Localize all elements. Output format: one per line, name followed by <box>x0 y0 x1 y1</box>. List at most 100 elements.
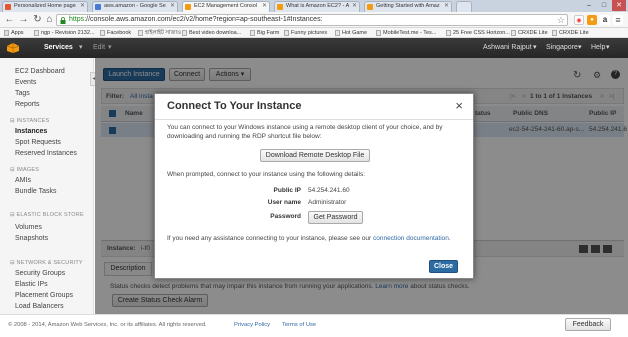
minimize-icon[interactable]: – <box>582 0 596 11</box>
sidebar-item-events[interactable]: Events <box>15 79 36 86</box>
copyright-text: © 2008 - 2014, Amazon Web Services, Inc.… <box>8 322 207 328</box>
privacy-policy-link[interactable]: Privacy Policy <box>234 315 270 335</box>
close-button[interactable]: Close <box>429 260 458 273</box>
browser-tab-label: Personalized Home page <box>14 3 76 9</box>
sidebar-item-volumes[interactable]: Volumes <box>15 224 42 231</box>
address-bar[interactable]: https://console.aws.amazon.com/ec2/v2/ho… <box>56 14 568 26</box>
close-tab-icon[interactable]: ✕ <box>170 2 175 11</box>
dialog-prompt-text: When prompted, connect to your instance … <box>167 171 366 178</box>
extension-icon[interactable]: ◉ <box>574 15 584 25</box>
bookmark-item[interactable]: Apps <box>4 28 24 38</box>
sidebar-item-placement-groups[interactable]: Placement Groups <box>15 292 73 299</box>
close-icon[interactable]: × <box>455 98 463 113</box>
url-text: https://console.aws.amazon.com/ec2/v2/ho… <box>69 16 323 23</box>
bookmarks-bar: Apps ngp - Revision 2132... Facebook হাই… <box>0 28 628 38</box>
sidebar-item-reserved-instances[interactable]: Reserved Instances <box>15 150 77 157</box>
sidebar-section-heading[interactable]: ⊟ INSTANCES <box>10 118 49 124</box>
bookmark-item[interactable]: 25 Free CSS Horizon... <box>446 28 510 38</box>
sidebar-section-heading[interactable]: ⊟ NETWORK & SECURITY <box>10 260 83 266</box>
left-sidebar: EC2 Dashboard Events Tags Reports ⊟ INST… <box>0 58 94 314</box>
close-tab-icon[interactable]: ✕ <box>80 2 85 11</box>
bookmark-item[interactable]: CRXDE Lite <box>552 28 589 38</box>
page-footer: © 2008 - 2014, Amazon Web Services, Inc.… <box>0 314 628 337</box>
extension-icon[interactable]: ● <box>587 15 597 25</box>
browser-tab-active[interactable]: EC2 Management Consol ✕ <box>182 1 270 12</box>
browser-tab-label: aws.amazon - Google Se <box>104 3 166 9</box>
sidebar-item-load-balancers[interactable]: Load Balancers <box>15 303 64 310</box>
lock-icon <box>60 17 66 24</box>
edit-menu[interactable]: Edit <box>93 38 105 58</box>
services-menu[interactable]: Services <box>44 38 73 58</box>
sidebar-item-spot-requests[interactable]: Spot Requests <box>15 139 61 146</box>
sidebar-section-heading[interactable]: ⊟ ELASTIC BLOCK STORE <box>10 212 84 218</box>
feedback-button[interactable]: Feedback <box>565 318 611 331</box>
sidebar-item-tags[interactable]: Tags <box>15 90 30 97</box>
chevron-down-icon: ▾ <box>578 44 582 51</box>
browser-tab[interactable]: aws.amazon - Google Se ✕ <box>92 1 178 12</box>
get-password-button[interactable]: Get Password <box>308 211 363 224</box>
close-tab-icon[interactable]: ✕ <box>262 2 267 11</box>
browser-toolbar: ← → ↻ ⌂ https://console.aws.amazon.com/e… <box>0 12 628 28</box>
connection-documentation-link[interactable]: connection documentation <box>373 235 449 242</box>
region-menu[interactable]: Singapore <box>546 38 578 58</box>
back-arrow-icon[interactable]: ← <box>3 13 16 26</box>
terms-of-use-link[interactable]: Terms of Use <box>282 315 316 335</box>
dialog-intro-text: You can connect to your Windows instance… <box>167 124 443 140</box>
extension-icon[interactable]: a <box>600 15 610 25</box>
sidebar-item-security-groups[interactable]: Security Groups <box>15 270 65 277</box>
sidebar-item-snapshots[interactable]: Snapshots <box>15 235 48 242</box>
connect-dialog: Connect To Your Instance × You can conne… <box>154 93 474 279</box>
divider <box>155 119 473 120</box>
menu-icon[interactable]: ≡ <box>613 15 623 25</box>
bookmark-item[interactable]: CRXDE Lite <box>511 28 548 38</box>
favicon-icon <box>95 4 101 10</box>
browser-tab-label: EC2 Management Consol <box>194 3 257 9</box>
dialog-title: Connect To Your Instance <box>167 100 302 112</box>
bookmark-item[interactable]: Facebook <box>100 28 131 38</box>
chevron-down-icon: ▾ <box>606 44 610 51</box>
bookmark-item[interactable]: হাইলাইট সাজাও <box>138 28 181 38</box>
bookmark-item[interactable]: Best video downloa... <box>182 28 241 38</box>
maximize-icon[interactable]: □ <box>597 0 611 11</box>
favicon-icon <box>5 4 11 10</box>
browser-tab[interactable]: Personalized Home page ✕ <box>2 1 88 12</box>
browser-tab-label: What is Amazon EC2? - A <box>286 3 350 9</box>
chevron-down-icon: ▾ <box>108 44 112 51</box>
close-tab-icon[interactable]: ✕ <box>352 2 357 11</box>
new-tab-button[interactable] <box>456 1 472 12</box>
favicon-icon <box>185 4 191 10</box>
sidebar-section-heading[interactable]: ⊟ IMAGES <box>10 167 39 173</box>
bookmark-star-icon[interactable]: ☆ <box>557 15 565 25</box>
browser-tab-label: Getting Started with Amaz <box>376 3 440 9</box>
password-label: Password <box>270 213 301 220</box>
home-icon[interactable]: ⌂ <box>43 13 56 26</box>
bookmark-item[interactable]: Hot Game <box>335 28 367 38</box>
favicon-icon <box>367 4 373 10</box>
user-menu[interactable]: Ashwani Rajput <box>483 38 532 58</box>
aws-cube-icon[interactable] <box>6 42 20 54</box>
browser-tab[interactable]: What is Amazon EC2? - A ✕ <box>274 1 360 12</box>
sidebar-item-instances[interactable]: Instances <box>15 128 47 135</box>
help-menu[interactable]: Help <box>591 38 605 58</box>
sidebar-item-reports[interactable]: Reports <box>15 101 40 108</box>
bookmark-item[interactable]: Funny pictures <box>284 28 327 38</box>
aws-top-nav: Services ▾ Edit ▾ Ashwani Rajput ▾ Singa… <box>0 38 628 58</box>
public-ip-label: Public IP <box>273 187 301 194</box>
sidebar-item-bundle-tasks[interactable]: Bundle Tasks <box>15 188 57 195</box>
download-remote-desktop-file-button[interactable]: Download Remote Desktop File <box>260 149 370 162</box>
close-tab-icon[interactable]: ✕ <box>444 2 449 11</box>
public-ip-value: 54.254.241.60 <box>308 187 350 194</box>
username-label: User name <box>267 199 301 206</box>
dialog-help-text: If you need any assistance connecting to… <box>167 235 451 242</box>
bookmark-item[interactable]: MobileTest.me - Tes... <box>376 28 436 38</box>
favicon-icon <box>277 4 283 10</box>
bookmark-item[interactable]: ngp - Revision 2132... <box>34 28 95 38</box>
sidebar-item-amis[interactable]: AMIs <box>15 177 31 184</box>
sidebar-item-ec2-dashboard[interactable]: EC2 Dashboard <box>15 68 65 75</box>
chevron-down-icon: ▾ <box>79 44 83 51</box>
close-window-icon[interactable]: ✕ <box>612 0 626 11</box>
sidebar-item-elastic-ips[interactable]: Elastic IPs <box>15 281 48 288</box>
bookmark-item[interactable]: Big Farm <box>250 28 279 38</box>
browser-tab[interactable]: Getting Started with Amaz ✕ <box>364 1 452 12</box>
forward-arrow-icon[interactable]: → <box>17 13 30 26</box>
